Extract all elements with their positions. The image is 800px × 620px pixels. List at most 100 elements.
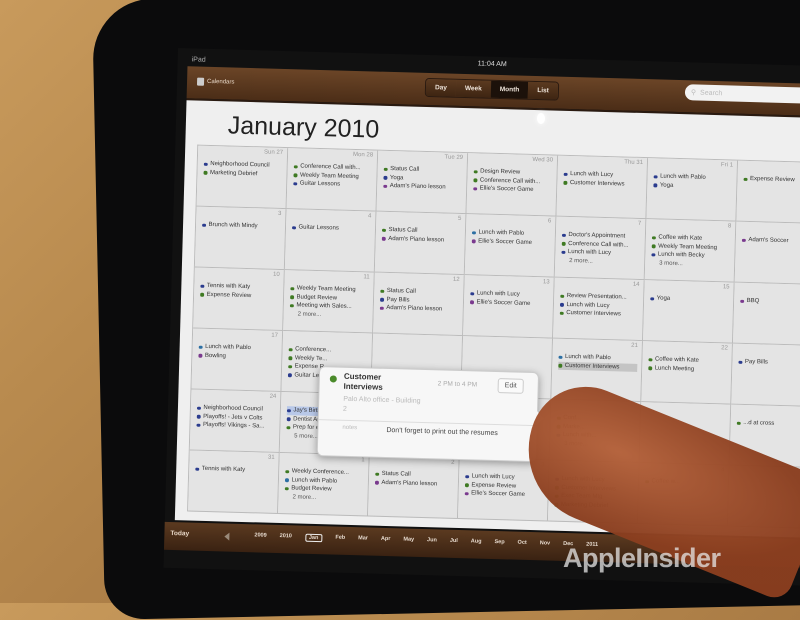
timeline-item-may[interactable]: May xyxy=(403,536,414,544)
more-events-link[interactable]: 2 more... xyxy=(289,310,368,321)
event-dot-icon xyxy=(561,241,566,246)
timeline-item-jul[interactable]: Jul xyxy=(450,538,458,546)
event-item[interactable]: Lunch Meeting xyxy=(648,364,727,375)
day-cell[interactable]: 3 Brunch with Mindy xyxy=(194,206,287,271)
day-cell[interactable]: 17 Lunch with Pablo Bowling xyxy=(191,328,284,393)
event-item[interactable]: Customer Interviews xyxy=(559,309,639,320)
event-dot-icon xyxy=(383,184,387,188)
timeline-item-aug[interactable]: Aug xyxy=(471,538,482,546)
day-cell[interactable]: Pay Bills xyxy=(731,343,800,408)
event-item[interactable]: Playoffs! Vikings - Sa... xyxy=(196,421,275,432)
event-item[interactable]: ...d at cross xyxy=(736,419,800,430)
event-dot-icon xyxy=(196,406,201,410)
event-dot-icon xyxy=(374,480,379,485)
event-item[interactable]: Adam's Soccer xyxy=(741,236,800,247)
day-cell[interactable]: 10 Tennis with Katy Expense Review xyxy=(193,267,285,332)
event-dot-icon xyxy=(379,306,384,310)
day-cell[interactable]: 2 Status Call Adam's Piano lesson xyxy=(367,455,460,520)
timeline-item-mar[interactable]: Mar xyxy=(358,535,368,543)
timeline-item-2010[interactable]: 2010 xyxy=(280,533,292,541)
event-title: Expense Review xyxy=(749,176,795,184)
day-cell[interactable]: 15 Yoga xyxy=(642,280,735,344)
day-cell[interactable]: 6 Lunch with Pablo Ellie's Soccer Game xyxy=(464,214,557,278)
tab-month[interactable]: Month xyxy=(490,80,529,99)
event-item[interactable]: Marketing Debrief xyxy=(203,168,282,179)
day-number: 1 xyxy=(361,457,365,464)
day-cell[interactable]: 31 Tennis with Katy xyxy=(188,450,280,514)
event-item[interactable]: Customer Interviews xyxy=(563,178,642,189)
event-item[interactable]: Ellie's Soccer Game xyxy=(464,489,544,500)
day-cell[interactable]: 14 Review Presentation... Lunch with Lucy C… xyxy=(553,277,645,342)
event-item[interactable]: Ellie's Soccer Game xyxy=(473,184,552,195)
event-item[interactable]: Adam's Piano lesson xyxy=(374,478,454,489)
timeline-item-2009[interactable]: 2009 xyxy=(254,532,266,540)
event-item[interactable]: Adam's Piano lesson xyxy=(381,234,461,245)
event-dot-icon xyxy=(288,356,292,360)
day-cell[interactable]: 1 Weekly Conference... Lunch with Pablo Bud… xyxy=(278,452,370,517)
day-number: 13 xyxy=(542,279,550,286)
more-events-link[interactable]: 2 more... xyxy=(284,493,363,504)
day-cell[interactable]: 4 Guitar Lessons xyxy=(284,209,377,273)
tab-day[interactable]: Day xyxy=(425,78,457,97)
timeline-item-nov[interactable]: Nov xyxy=(540,540,551,548)
event-dot-icon xyxy=(196,423,201,427)
event-dot-icon xyxy=(286,408,291,413)
event-item[interactable]: Brunch with Mindy xyxy=(202,221,281,232)
edit-event-button[interactable]: Edit xyxy=(497,378,524,394)
tab-week[interactable]: Week xyxy=(455,79,492,98)
day-cell[interactable]: Wed 30 Design Review Conference Call with.… xyxy=(466,153,559,217)
day-cell[interactable]: Expense Review xyxy=(736,160,800,225)
event-item[interactable]: Yoga xyxy=(653,181,732,192)
event-item[interactable]: Guitar Lessons xyxy=(293,179,372,190)
event-popover: Customer Interviews 2 PM to 4 PM Edit Pa… xyxy=(316,366,540,463)
event-item[interactable]: Ellie's Soccer Game xyxy=(469,298,549,309)
previous-arrow-icon[interactable] xyxy=(224,532,230,541)
day-cell[interactable]: 13 Lunch with Lucy Ellie's Soccer Game xyxy=(463,275,555,339)
today-button[interactable]: Today xyxy=(170,530,189,538)
event-item[interactable]: Tennis with Katy xyxy=(195,465,274,476)
event-dot-icon xyxy=(381,228,386,232)
day-cell[interactable]: 12 Status Call Pay Bills Adam's Piano lesso… xyxy=(373,272,465,337)
event-item[interactable]: Adam's Piano lesson xyxy=(383,182,462,193)
event-item[interactable]: Bowling xyxy=(198,351,277,362)
event-item[interactable]: Expense Review xyxy=(743,175,800,186)
day-cell[interactable]: 22 Coffee with Kate Lunch Meeting xyxy=(641,341,733,405)
timeline-item-jan[interactable]: Jan xyxy=(304,533,323,543)
more-events-link[interactable]: 2 more... xyxy=(561,256,640,267)
day-cell[interactable]: Adam's Soccer xyxy=(734,221,800,286)
day-cell[interactable]: Mon 28 Conference Call with... Weekly Team… xyxy=(286,148,379,212)
event-item[interactable]: Yoga xyxy=(650,294,729,305)
day-cell[interactable]: Fri 1 Lunch with Pablo Yoga xyxy=(646,158,739,222)
event-item[interactable]: Ellie's Soccer Game xyxy=(471,237,551,248)
day-cell[interactable]: 24 Neighborhood Council Playoffs! - Jets v… xyxy=(189,389,282,453)
event-item[interactable]: Adam's Piano lesson xyxy=(379,304,459,315)
day-cell[interactable]: 8 Coffee with Kate Weekly Team Meeting Lunc… xyxy=(644,219,737,283)
event-item[interactable]: Guitar Lessons xyxy=(291,223,371,234)
timeline-item-jun[interactable]: Jun xyxy=(427,537,437,545)
timeline-item-oct[interactable]: Oct xyxy=(517,540,527,548)
timeline-item-feb[interactable]: Feb xyxy=(335,535,345,543)
day-cell[interactable]: Sun 27 Neighborhood Council Marketing Debr… xyxy=(196,145,289,210)
calendars-button[interactable]: Calendars xyxy=(196,77,235,87)
timeline-item-sep[interactable]: Sep xyxy=(494,539,504,547)
event-dot-icon xyxy=(559,302,564,307)
event-dot-icon xyxy=(285,469,289,474)
tab-list[interactable]: List xyxy=(528,81,559,100)
day-number: 5 xyxy=(457,215,462,222)
day-cell[interactable]: Thu 31 Lunch with Lucy Customer Interviews xyxy=(556,155,649,220)
day-cell[interactable]: BBQ xyxy=(732,282,800,347)
day-cell[interactable]: 11 Weekly Team Meeting Budget Review Meetin… xyxy=(283,270,375,334)
event-item[interactable]: Pay Bills xyxy=(738,358,800,369)
more-events-link[interactable]: 3 more... xyxy=(651,259,730,270)
event-item[interactable]: BBQ xyxy=(740,297,800,308)
day-cell[interactable]: 5 Status Call Adam's Piano lesson xyxy=(374,211,467,276)
event-item[interactable]: Customer Interviews xyxy=(558,361,638,372)
event-item[interactable]: Expense Review xyxy=(200,290,279,301)
day-cell[interactable]: Tue 29 Status Call Yoga Adam's Piano lesson xyxy=(376,150,469,215)
timeline-item-apr[interactable]: Apr xyxy=(381,536,391,544)
day-number: 4 xyxy=(367,213,372,220)
event-dot-icon xyxy=(381,236,386,241)
search-field[interactable]: ⚲ Search xyxy=(684,84,800,104)
event-dot-icon xyxy=(289,303,294,308)
day-cell[interactable]: 7 Doctor's Appointment Conference Call wit… xyxy=(554,216,647,281)
